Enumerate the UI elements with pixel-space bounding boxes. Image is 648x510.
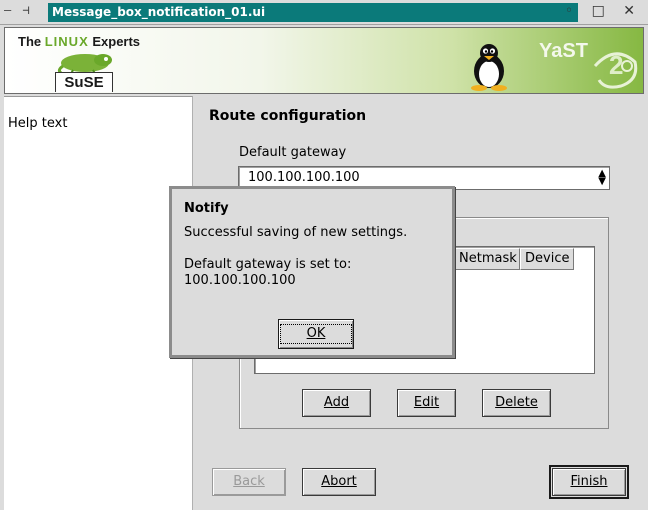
- chameleon-logo-icon: [57, 54, 112, 74]
- suse-logo: SuSE: [55, 72, 113, 92]
- delete-button[interactable]: Delete: [482, 389, 551, 417]
- help-text: Help text: [8, 116, 68, 131]
- back-button-label: Back: [233, 474, 265, 489]
- window-controls[interactable]: ◦ □ ✕: [565, 3, 642, 19]
- dialog-message: Successful saving of new settings.: [184, 225, 408, 240]
- tux-penguin-icon: [471, 44, 507, 91]
- ok-button-label: OK: [279, 324, 353, 344]
- delete-button-label: Delete: [495, 395, 538, 410]
- abort-button-label: Abort: [321, 474, 357, 489]
- page-title: Route configuration: [209, 108, 367, 124]
- finish-button[interactable]: Finish: [549, 465, 629, 499]
- default-gateway-value: 100.100.100.100: [248, 170, 360, 185]
- add-button-label: Add: [323, 395, 350, 410]
- suse-banner: The LINUX Experts SuSE 2 YaST: [4, 27, 644, 94]
- notify-dialog: Notify Successful saving of new settings…: [169, 186, 455, 358]
- column-header-device[interactable]: Device: [520, 248, 574, 270]
- ok-button[interactable]: OK: [278, 319, 354, 349]
- svg-text:2: 2: [609, 50, 623, 80]
- yast-logo-text: YaST: [539, 40, 588, 62]
- default-gateway-label: Default gateway: [239, 145, 347, 160]
- edit-button-label: Edit: [413, 395, 440, 410]
- help-pane[interactable]: Help text: [4, 96, 193, 510]
- brand-slogan: The LINUX Experts: [18, 34, 141, 49]
- dialog-detail-line2: 100.100.100.100: [184, 273, 296, 288]
- dialog-title: Notify: [184, 201, 229, 216]
- column-header-netmask[interactable]: Netmask: [454, 248, 520, 270]
- abort-button[interactable]: Abort: [302, 468, 376, 496]
- window-titlebar: — ⊣ Message_box_notification_01.ui ◦ □ ✕: [0, 0, 648, 25]
- add-button[interactable]: Add: [302, 389, 371, 417]
- combobox-arrows-icon[interactable]: ▲ ▼: [598, 169, 606, 187]
- back-button[interactable]: Back: [212, 468, 286, 496]
- window-title[interactable]: Message_box_notification_01.ui: [48, 3, 578, 22]
- finish-button-label: Finish: [570, 474, 608, 489]
- edit-button[interactable]: Edit: [397, 389, 456, 417]
- dialog-detail-line1: Default gateway is set to:: [184, 257, 352, 272]
- window-menu-icon[interactable]: — ⊣: [4, 3, 32, 17]
